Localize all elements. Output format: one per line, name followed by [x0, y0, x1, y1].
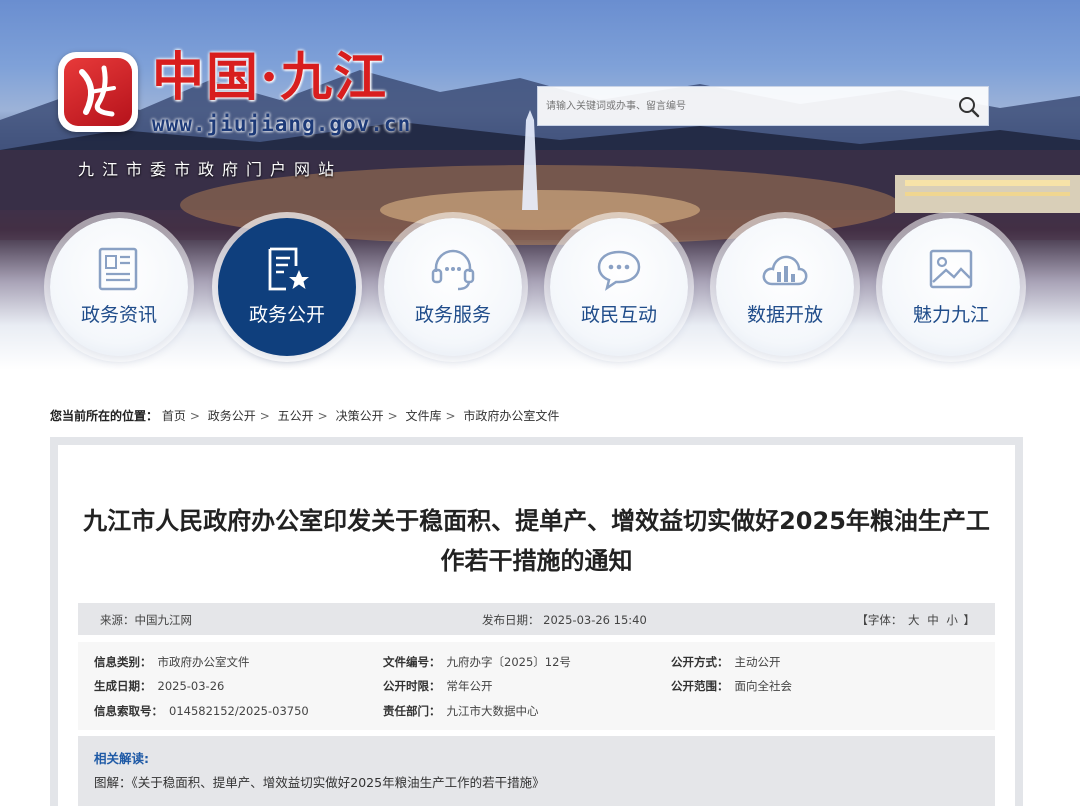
breadcrumb-separator: > [317, 409, 328, 423]
nav-label-interaction: 政民互动 [580, 304, 657, 326]
info-category: 信息类别： 市政府办公室文件 [94, 654, 250, 670]
info-value: 主动公开 [734, 655, 781, 669]
newspaper-icon [98, 247, 138, 291]
breadcrumb-separator: > [445, 409, 456, 423]
nav-item-charm[interactable]: 魅力九江 [882, 218, 1020, 356]
nav-item-news[interactable]: 政务资讯 [50, 218, 188, 356]
breadcrumb-item[interactable]: 五公开 [278, 409, 314, 423]
info-period: 公开时限： 常年公开 [383, 678, 493, 694]
breadcrumb-item[interactable]: 决策公开 [336, 409, 384, 423]
header-banner: 中国·九江 www.jiujiang.gov.cn 九江市委市政府门户网站 政务… [0, 0, 1080, 370]
search-input[interactable] [538, 87, 954, 125]
search-button[interactable] [956, 94, 982, 120]
article-source: 来源：中国九江网 [100, 613, 192, 627]
article-publish-date: 发布日期： 2025-03-26 15:40 [482, 613, 647, 627]
nav-label-news: 政务资讯 [80, 304, 157, 326]
breadcrumb-item[interactable]: 首页 [162, 409, 186, 423]
nav-item-services[interactable]: 政务服务 [384, 218, 522, 356]
info-key: 公开方式： [671, 655, 729, 669]
site-subtitle: 九江市委市政府门户网站 [78, 160, 343, 179]
nav-label-open-affairs: 政务公开 [248, 304, 325, 326]
info-value: 014582152/2025-03750 [169, 704, 309, 718]
font-size-label: 【字体： [856, 613, 903, 627]
search-icon [959, 97, 980, 118]
info-value: 常年公开 [446, 679, 493, 693]
article-panel: 九江市人民政府办公室印发关于稳面积、提单产、增效益切实做好2025年粮油生产工 … [50, 437, 1023, 806]
related-interpretation: 相关解读: 图解：《关于稳面积、提单产、增效益切实做好2025年粮油生产工作的若… [78, 736, 995, 806]
search-box [537, 86, 989, 126]
info-key: 信息索取号： [94, 704, 163, 718]
breadcrumb: 您当前所在的位置： 首页 > 政务公开 > 五公开 > 决策公开 > 文件库 > 市政府办… [50, 407, 563, 424]
article-info-table: 信息类别： 市政府办公室文件 文件编号： 九府办字〔2025〕12号 公开方式： 主动… [78, 642, 995, 730]
info-index-no: 信息索取号： 014582152/2025-03750 [94, 703, 309, 719]
info-key: 责任部门： [383, 704, 441, 718]
picture-icon [929, 249, 973, 289]
info-value: 2025-03-26 [157, 679, 225, 693]
breadcrumb-item[interactable]: 政务公开 [208, 409, 256, 423]
cloud-chart-icon [762, 255, 808, 286]
info-value: 市政府办公室文件 [157, 655, 250, 669]
breadcrumb-separator: > [387, 409, 398, 423]
main-nav: 政务资讯 政务公开 政务服务 政民互动 数据开放 魅力九江 [50, 218, 1030, 358]
chat-bubble-icon [597, 250, 641, 291]
font-size-switcher: 【字体： 大 中 小 】 [856, 612, 975, 628]
site-title: 中国·九江 [152, 47, 389, 108]
city-logo[interactable] [58, 52, 138, 132]
breadcrumb-item[interactable]: 市政府办公室文件 [463, 409, 559, 423]
nav-label-services: 政务服务 [414, 304, 491, 326]
font-size-bracket: 】 [963, 613, 976, 627]
info-key: 生成日期： [94, 679, 152, 693]
article-title-line: 作若干措施的通知 [440, 547, 633, 575]
headset-icon [431, 249, 475, 291]
font-size-medium-button[interactable]: 中 [927, 613, 939, 627]
info-key: 信息类别： [94, 655, 152, 669]
breadcrumb-prefix: 您当前所在的位置： [50, 409, 159, 423]
breadcrumb-separator: > [189, 409, 200, 423]
info-method: 公开方式： 主动公开 [671, 654, 781, 670]
related-heading: 相关解读: [94, 751, 149, 766]
info-docno: 文件编号： 九府办字〔2025〕12号 [383, 654, 571, 670]
related-link[interactable]: 图解：《关于稳面积、提单产、增效益切实做好2025年粮油生产工作的若干措施》 [94, 772, 545, 791]
nav-item-open-affairs[interactable]: 政务公开 [218, 218, 356, 356]
nav-label-charm: 魅力九江 [912, 304, 989, 326]
font-size-large-button[interactable]: 大 [908, 613, 920, 627]
article-body: 九江市人民政府办公室印发关于稳面积、提单产、增效益切实做好2025年粮油生产工 … [58, 445, 1015, 806]
info-key: 公开范围： [671, 679, 729, 693]
info-key: 公开时限： [383, 679, 441, 693]
info-scope: 公开范围： 面向全社会 [671, 678, 792, 694]
nav-label-open-data: 数据开放 [746, 304, 823, 326]
site-url: www.jiujiang.gov.cn [152, 112, 412, 136]
info-dept: 责任部门： 九江市大数据中心 [383, 703, 539, 719]
breadcrumb-separator: > [259, 409, 270, 423]
article-title-line: 九江市人民政府办公室印发关于稳面积、提单产、增效益切实做好2025年粮油生产工 [83, 507, 990, 535]
info-value: 面向全社会 [734, 679, 793, 693]
nav-item-interaction[interactable]: 政民互动 [550, 218, 688, 356]
font-size-small-button[interactable]: 小 [946, 613, 958, 627]
article-title: 九江市人民政府办公室印发关于稳面积、提单产、增效益切实做好2025年粮油生产工 … [78, 501, 995, 581]
info-key: 文件编号： [383, 655, 441, 669]
info-value: 九江市大数据中心 [446, 704, 539, 718]
breadcrumb-item[interactable]: 文件库 [405, 409, 441, 423]
logo-mark-icon [64, 58, 132, 126]
article-meta-bar: 来源：中国九江网 发布日期： 2025-03-26 15:40 【字体： 大 中… [78, 603, 995, 635]
nav-item-open-data[interactable]: 数据开放 [716, 218, 854, 356]
info-value: 九府办字〔2025〕12号 [446, 655, 571, 669]
info-gendate: 生成日期： 2025-03-26 [94, 678, 224, 694]
document-star-icon [268, 247, 309, 291]
